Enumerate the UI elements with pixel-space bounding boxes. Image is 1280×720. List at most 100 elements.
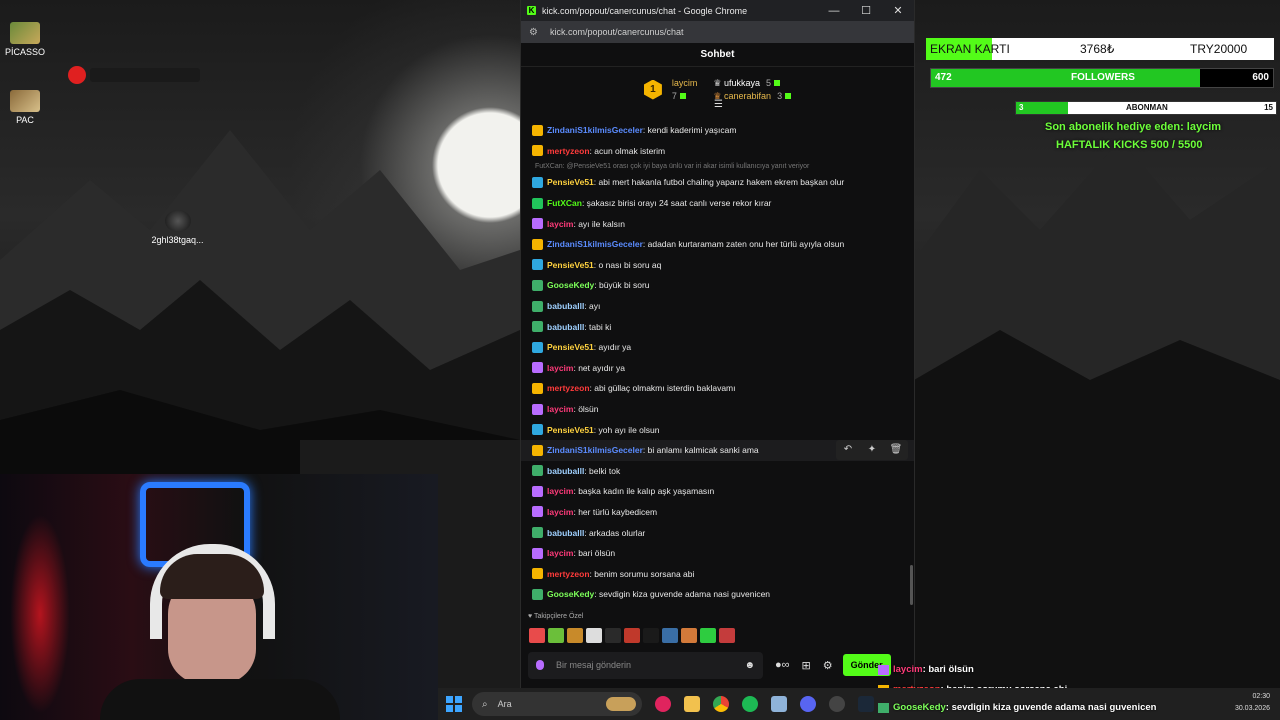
emote-icon[interactable]: [700, 628, 716, 643]
taskbar-search[interactable]: ⌕ Ara: [472, 692, 642, 716]
chat-input[interactable]: Bir mesaj gönderin ☻: [528, 651, 763, 679]
chat-message[interactable]: mertyzeon: benim sorumu sorsana abi: [521, 563, 914, 584]
chat-message[interactable]: PensieVe51: ayıdır ya: [521, 337, 914, 358]
address-bar[interactable]: ⚙ kick.com/popout/canercunus/chat: [521, 21, 914, 43]
chat-username[interactable]: ZindaniS1kilmisGeceler: [547, 239, 643, 249]
chrome-window[interactable]: K kick.com/popout/canercunus/chat - Goog…: [520, 0, 915, 688]
chat-message[interactable]: PensieVe51: o nası bi soru aq: [521, 255, 914, 276]
steam-icon[interactable]: [858, 696, 874, 712]
chat-username[interactable]: PensieVe51: [547, 177, 594, 187]
emoji-icon[interactable]: ☻: [744, 660, 755, 671]
mic-icon[interactable]: [536, 660, 544, 670]
chat-username[interactable]: laycim: [547, 507, 573, 517]
close-button[interactable]: ✕: [882, 4, 914, 17]
chat-username[interactable]: ZindaniS1kilmisGeceler: [547, 125, 643, 135]
chat-username[interactable]: mertyzeon: [547, 383, 590, 393]
chat-username[interactable]: ZindaniS1kilmisGeceler: [547, 445, 643, 455]
chat-username[interactable]: laycim: [547, 404, 573, 414]
file-explorer-icon[interactable]: [684, 696, 700, 712]
chat-message[interactable]: GooseKedy: büyük bi soru: [521, 275, 914, 296]
chat-username[interactable]: mertyzeon: [547, 569, 590, 579]
network-app-icon[interactable]: [771, 696, 787, 712]
title-bar[interactable]: K kick.com/popout/canercunus/chat - Goog…: [521, 0, 914, 21]
obs-icon[interactable]: [829, 696, 845, 712]
chat-message[interactable]: laycim: ayı ile kalsın: [521, 213, 914, 234]
emote-icon[interactable]: [529, 628, 545, 643]
chat-message[interactable]: babuballl: arkadas olurlar: [521, 522, 914, 543]
goal-label: EKRAN KARTI: [930, 42, 1010, 56]
emote-icon[interactable]: [605, 628, 621, 643]
chat-message[interactable]: babuballl: tabi ki: [521, 316, 914, 337]
reply-preview[interactable]: FutXCan: @PensieVe51 orası çok iyi baya …: [521, 161, 914, 172]
start-icon[interactable]: [446, 696, 462, 712]
emote-list: [521, 628, 914, 643]
reply-icon[interactable]: ↶: [836, 440, 860, 460]
maximize-button[interactable]: ☐: [850, 4, 882, 17]
settings-icon[interactable]: ⚙: [823, 659, 833, 672]
chat-username[interactable]: babuballl: [547, 528, 584, 538]
gift-icon[interactable]: ⊞: [802, 659, 811, 672]
chat-username[interactable]: PensieVe51: [547, 260, 594, 270]
taskbar-clock[interactable]: 02:30 30.03.2026: [1235, 691, 1270, 715]
emote-icon[interactable]: [662, 628, 678, 643]
emote-icon[interactable]: [567, 628, 583, 643]
emote-icon[interactable]: [643, 628, 659, 643]
chat-username[interactable]: babuballl: [547, 322, 584, 332]
kicks-icon[interactable]: ●∞: [775, 659, 790, 671]
minimize-button[interactable]: —: [818, 5, 850, 17]
chat-username[interactable]: laycim: [547, 363, 573, 373]
chat-message[interactable]: ZindaniS1kilmisGeceler: bi anlamı kalmic…: [521, 439, 914, 461]
chat-username[interactable]: GooseKedy: [547, 280, 594, 290]
leader-name[interactable]: ufukkaya: [724, 78, 760, 88]
overlay-chat-user: GooseKedy: [893, 702, 946, 713]
chat-username[interactable]: PensieVe51: [547, 425, 594, 435]
chat-text: : tabi ki: [584, 321, 612, 332]
leader-name[interactable]: canerabifan: [724, 91, 771, 101]
desktop-icon-pac[interactable]: PAC: [0, 90, 60, 125]
spotify-icon[interactable]: [742, 696, 758, 712]
chat-username[interactable]: babuballl: [547, 301, 584, 311]
site-settings-icon[interactable]: ⚙: [529, 27, 538, 38]
chat-message[interactable]: GooseKedy: sevdigin kiza guvende adama n…: [521, 584, 914, 605]
desktop-icon-picasso[interactable]: PİCASSO: [0, 22, 60, 57]
leader-name[interactable]: laycim: [672, 77, 698, 90]
chat-message[interactable]: laycim: her türlü kaybedicem: [521, 502, 914, 523]
chat-username[interactable]: GooseKedy: [547, 589, 594, 599]
chat-username[interactable]: mertyzeon: [547, 146, 590, 156]
chat-message[interactable]: FutXCan: şakasız birisi orayı 24 saat ca…: [521, 193, 914, 214]
chat-message[interactable]: laycim: ölsün: [521, 399, 914, 420]
chat-message[interactable]: PensieVe51: abi mert hakanla futbol chal…: [521, 172, 914, 193]
chrome-icon[interactable]: [713, 696, 729, 712]
pin-icon[interactable]: ✦: [860, 440, 884, 460]
chat-message[interactable]: mertyzeon: acun olmak isterim: [521, 141, 914, 162]
chat-username[interactable]: babuballl: [547, 466, 584, 476]
chat-messages[interactable]: ZindaniS1kilmisGeceler: kendi kaderimi y…: [521, 120, 914, 605]
delete-icon[interactable]: 🗑: [884, 440, 908, 460]
emote-icon[interactable]: [548, 628, 564, 643]
chat-message[interactable]: laycim: bari ölsün: [521, 543, 914, 564]
chat-message[interactable]: ZindaniS1kilmisGeceler: adadan kurtarama…: [521, 234, 914, 255]
emote-icon[interactable]: [624, 628, 640, 643]
pinned-toggle-icon[interactable]: ☰: [714, 99, 723, 110]
chat-username[interactable]: PensieVe51: [547, 342, 594, 352]
emote-icon[interactable]: [681, 628, 697, 643]
chat-message[interactable]: mertyzeon: abi güllaç olmakmı isterdin b…: [521, 378, 914, 399]
chat-message[interactable]: laycim: net ayıdır ya: [521, 358, 914, 379]
emote-icon[interactable]: [719, 628, 735, 643]
chat-username[interactable]: laycim: [547, 486, 573, 496]
user-badge-icon: [532, 568, 543, 580]
emote-icon[interactable]: [586, 628, 602, 643]
chat-message[interactable]: ZindaniS1kilmisGeceler: kendi kaderimi y…: [521, 120, 914, 141]
chat-message[interactable]: babuballl: belki tok: [521, 461, 914, 482]
media-app-icon[interactable]: [655, 696, 671, 712]
chat-username[interactable]: laycim: [547, 219, 573, 229]
discord-icon[interactable]: [800, 696, 816, 712]
desktop-icon-file[interactable]: 2ghl38tgaq...: [140, 210, 215, 245]
chat-message[interactable]: babuballl: ayı: [521, 296, 914, 317]
chat-message[interactable]: PensieVe51: yoh ayı ile olsun: [521, 419, 914, 440]
chat-text: : bari ölsün: [573, 548, 616, 559]
chat-username[interactable]: FutXCan: [547, 198, 582, 208]
chat-message[interactable]: laycim: başka kadın ile kalıp aşk yaşama…: [521, 481, 914, 502]
chat-username[interactable]: laycim: [547, 548, 573, 558]
chat-scrollbar[interactable]: [910, 565, 913, 605]
